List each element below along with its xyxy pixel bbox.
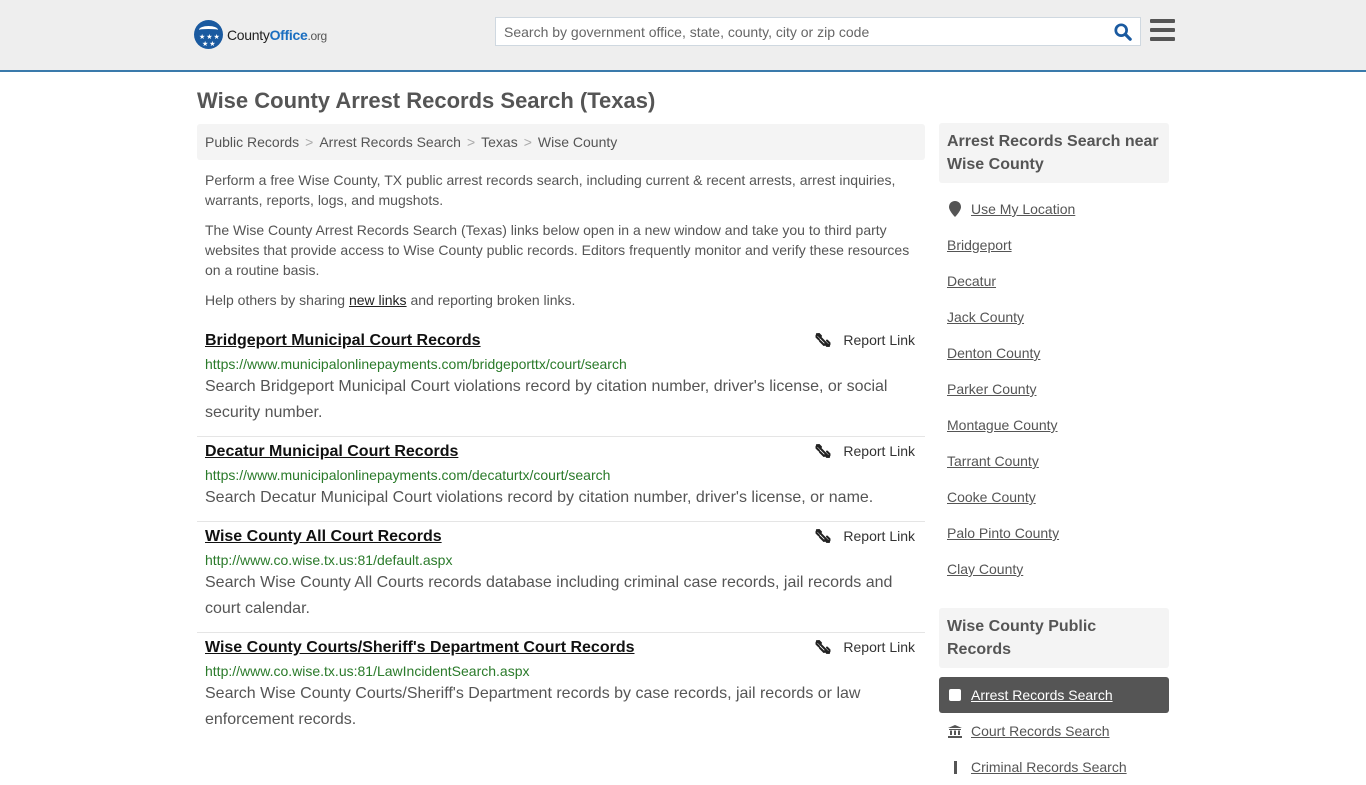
result-description: Search Bridgeport Municipal Court violat… xyxy=(205,378,888,421)
result-url: https://www.municipalonlinepayments.com/… xyxy=(205,356,627,372)
report-link-button[interactable]: Report Link xyxy=(815,443,915,459)
result-title-link[interactable]: Decatur Municipal Court Records xyxy=(205,441,458,463)
result-item: Bridgeport Municipal Court Records Repor… xyxy=(197,326,925,437)
logo-text-office: Office xyxy=(269,26,308,43)
nearby-link-palo-pinto-county[interactable]: Palo Pinto County xyxy=(947,525,1059,541)
broken-link-icon xyxy=(815,443,831,459)
result-url: https://www.municipalonlinepayments.com/… xyxy=(205,467,611,483)
nearby-item: Montague County xyxy=(939,407,1169,443)
breadcrumb: Public Records > Arrest Records Search > Tex… xyxy=(197,124,925,160)
breadcrumb-arrest-records-search[interactable]: Arrest Records Search xyxy=(319,134,461,150)
nearby-item: Clay County xyxy=(939,551,1169,587)
search-bar xyxy=(495,17,1141,46)
nearby-link-cooke-county[interactable]: Cooke County xyxy=(947,489,1036,505)
nearby-list: Use My Location Bridgeport Decatur Jack … xyxy=(939,191,1169,587)
new-links-link[interactable]: new links xyxy=(349,292,407,308)
nearby-item: Cooke County xyxy=(939,479,1169,515)
use-location-item: Use My Location xyxy=(939,191,1169,227)
court-records-search-link[interactable]: Court Records Search xyxy=(971,723,1110,739)
nearby-link-decatur[interactable]: Decatur xyxy=(947,273,996,289)
use-my-location-link[interactable]: Use My Location xyxy=(971,201,1075,217)
nearby-link-parker-county[interactable]: Parker County xyxy=(947,381,1036,397)
nearby-link-denton-county[interactable]: Denton County xyxy=(947,345,1040,361)
public-records-heading: Wise County Public Records xyxy=(939,608,1169,668)
nearby-item: Tarrant County xyxy=(939,443,1169,479)
result-url: http://www.co.wise.tx.us:81/LawIncidentS… xyxy=(205,663,530,679)
report-link-button[interactable]: Report Link xyxy=(815,639,915,655)
nearby-item: Parker County xyxy=(939,371,1169,407)
public-record-item-arrest[interactable]: Arrest Records Search xyxy=(939,677,1169,713)
courthouse-icon xyxy=(947,724,963,738)
broken-link-icon xyxy=(815,332,831,348)
intro-text: Perform a free Wise County, TX public ar… xyxy=(205,170,920,320)
logo-text-county: County xyxy=(227,26,270,43)
result-url: http://www.co.wise.tx.us:81/default.aspx xyxy=(205,552,453,568)
public-record-item-criminal[interactable]: Criminal Records Search xyxy=(939,749,1169,785)
square-icon xyxy=(947,689,963,701)
breadcrumb-separator: > xyxy=(466,134,476,150)
nearby-link-bridgeport[interactable]: Bridgeport xyxy=(947,237,1012,253)
nearby-item: Jack County xyxy=(939,299,1169,335)
criminal-records-search-link[interactable]: Criminal Records Search xyxy=(971,759,1127,775)
eagle-logo-icon: ★★★ ★★ xyxy=(194,20,223,49)
result-title-link[interactable]: Wise County Courts/Sheriff's Department … xyxy=(205,637,635,659)
report-link-label: Report Link xyxy=(843,528,915,544)
result-description: Search Decatur Municipal Court violation… xyxy=(205,489,874,506)
breadcrumb-separator: > xyxy=(305,134,314,150)
intro-text-fragment: Help others by sharing xyxy=(205,292,349,308)
site-header: ★★★ ★★ CountyOffice.org xyxy=(0,0,1366,72)
nearby-link-montague-county[interactable]: Montague County xyxy=(947,417,1058,433)
breadcrumb-texas[interactable]: Texas xyxy=(481,134,518,150)
search-input[interactable] xyxy=(504,22,1104,42)
intro-paragraph-2: The Wise County Arrest Records Search (T… xyxy=(205,222,910,278)
report-link-button[interactable]: Report Link xyxy=(815,332,915,348)
nearby-item: Denton County xyxy=(939,335,1169,371)
nearby-link-jack-county[interactable]: Jack County xyxy=(947,309,1024,325)
intro-text-fragment: and reporting broken links. xyxy=(406,292,576,308)
nearby-item: Decatur xyxy=(939,263,1169,299)
nearby-link-tarrant-county[interactable]: Tarrant County xyxy=(947,453,1039,469)
nearby-heading: Arrest Records Search near Wise County xyxy=(939,123,1169,183)
site-logo[interactable]: ★★★ ★★ CountyOffice.org xyxy=(194,20,327,49)
public-record-item-court[interactable]: Court Records Search xyxy=(939,713,1169,749)
map-marker-icon xyxy=(947,201,963,217)
logo-text-suffix: .org xyxy=(307,28,327,43)
hamburger-menu-icon[interactable] xyxy=(1150,19,1175,41)
nearby-item: Palo Pinto County xyxy=(939,515,1169,551)
report-link-label: Report Link xyxy=(843,332,915,348)
nearby-sidebar: Arrest Records Search near Wise County U… xyxy=(939,123,1169,587)
result-item: Wise County All Court Records Report Lin… xyxy=(197,522,925,633)
broken-link-icon xyxy=(815,528,831,544)
search-icon[interactable] xyxy=(1114,23,1132,41)
result-item: Decatur Municipal Court Records Report L… xyxy=(197,437,925,522)
report-link-label: Report Link xyxy=(843,443,915,459)
breadcrumb-wise-county: Wise County xyxy=(537,134,618,150)
result-title-link[interactable]: Bridgeport Municipal Court Records xyxy=(205,330,481,352)
result-item: Wise County Courts/Sheriff's Department … xyxy=(197,633,925,743)
exclamation-icon xyxy=(947,760,963,774)
report-link-label: Report Link xyxy=(843,639,915,655)
broken-link-icon xyxy=(815,639,831,655)
arrest-records-search-link[interactable]: Arrest Records Search xyxy=(971,687,1113,703)
nearby-link-clay-county[interactable]: Clay County xyxy=(947,561,1023,577)
public-records-sidebar: Wise County Public Records Arrest Record… xyxy=(939,608,1169,785)
logo-text: CountyOffice.org xyxy=(227,27,327,43)
results-list: Bridgeport Municipal Court Records Repor… xyxy=(197,326,925,743)
result-description: Search Wise County All Courts records da… xyxy=(205,574,893,617)
result-title-link[interactable]: Wise County All Court Records xyxy=(205,526,442,548)
result-description: Search Wise County Courts/Sheriff's Depa… xyxy=(205,685,861,728)
breadcrumb-separator: > xyxy=(523,134,532,150)
breadcrumb-public-records[interactable]: Public Records xyxy=(205,134,299,150)
page-title: Wise County Arrest Records Search (Texas… xyxy=(197,88,656,113)
report-link-button[interactable]: Report Link xyxy=(815,528,915,544)
intro-paragraph-1: Perform a free Wise County, TX public ar… xyxy=(205,172,896,208)
nearby-item: Bridgeport xyxy=(939,227,1169,263)
intro-paragraph-3: Help others by sharing new links and rep… xyxy=(205,290,920,310)
public-records-list: Arrest Records Search Court Records Sear… xyxy=(939,677,1169,785)
